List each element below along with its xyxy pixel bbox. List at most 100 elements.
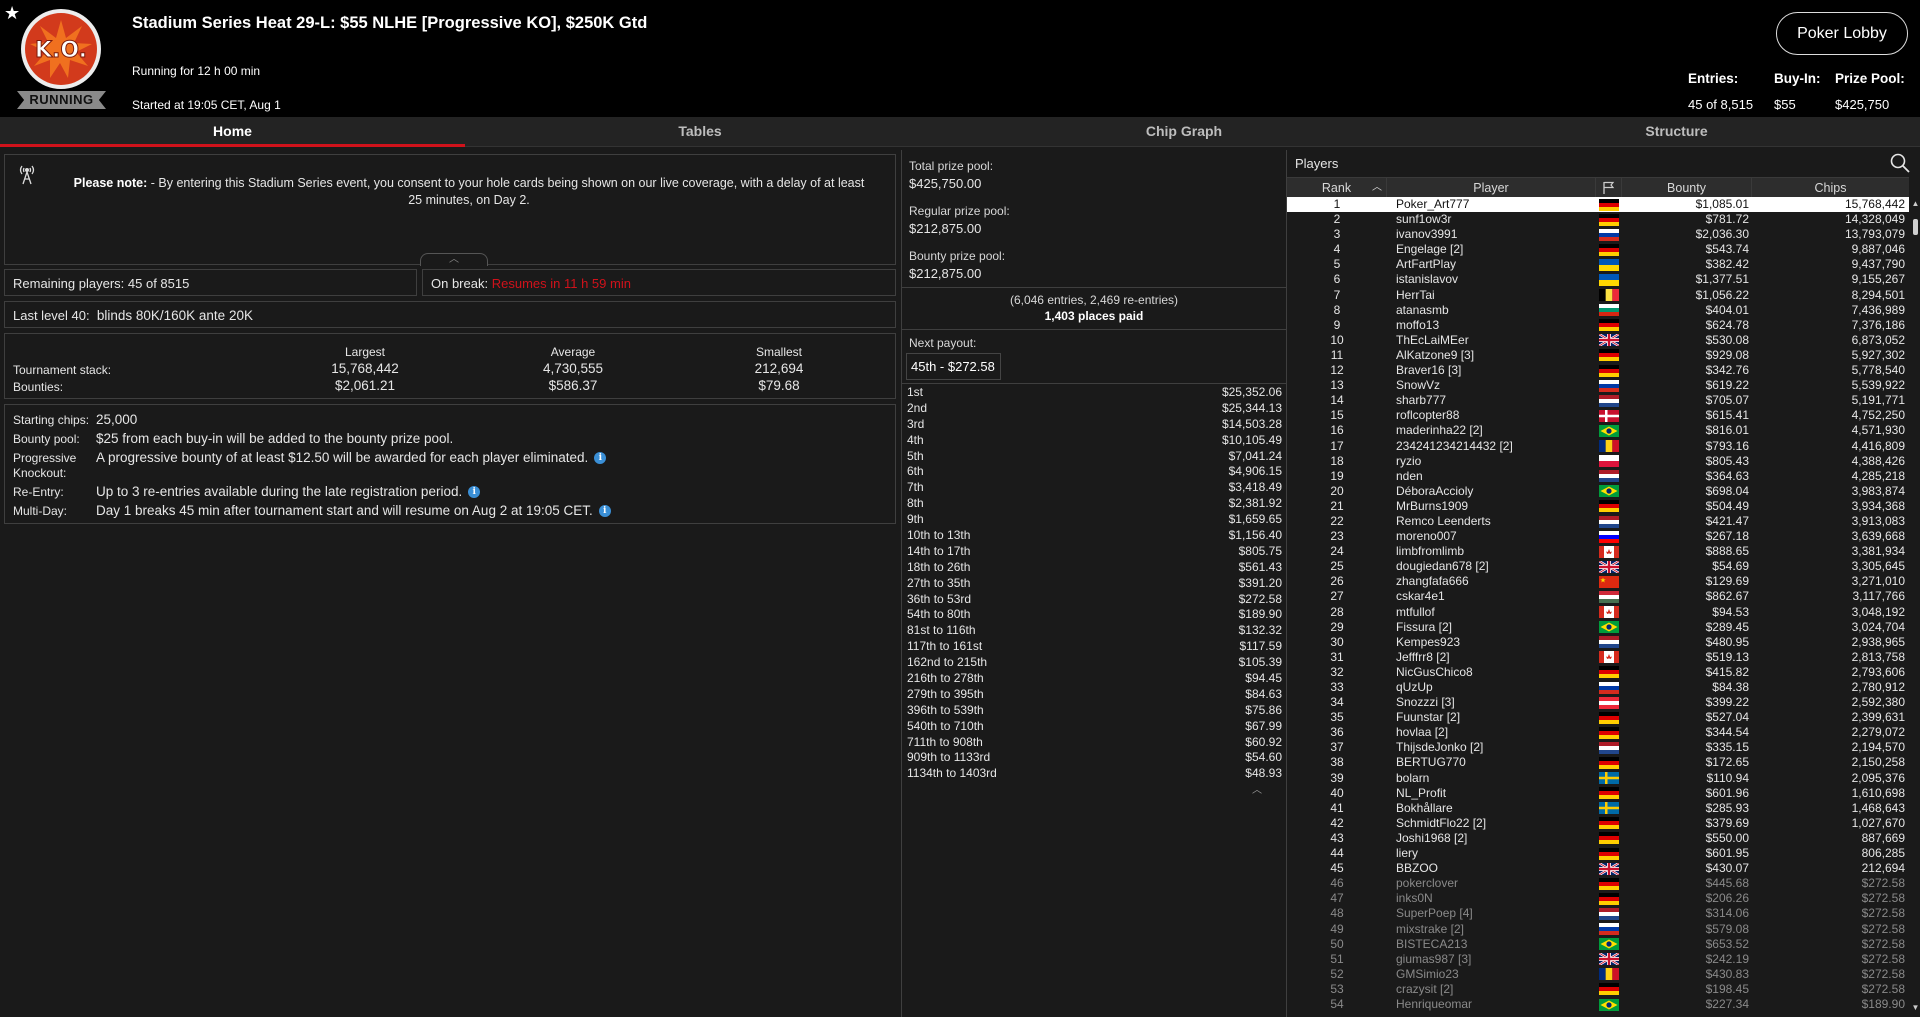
table-row[interactable]: 22 Remco Leenderts $421.47 3,913,083 [1287, 514, 1909, 529]
prize-pool-label: Prize Pool: [1835, 71, 1905, 86]
poker-lobby-button[interactable]: Poker Lobby [1776, 12, 1908, 55]
table-row[interactable]: 26 zhangfafa666 $129.69 3,271,010 [1287, 574, 1909, 589]
last-level: Last level 40: blinds 80K/160K ante 20K [4, 301, 896, 328]
player-chips: 4,285,218 [1851, 468, 1905, 483]
search-icon[interactable] [1889, 152, 1911, 174]
favorite-star-icon[interactable]: ★ [4, 3, 20, 24]
info-icon[interactable]: i [468, 486, 481, 499]
reentry-label: Re-Entry: [13, 485, 64, 499]
country-flag-icon [1596, 589, 1622, 604]
table-row[interactable]: 8 atanasmb $404.01 7,436,989 [1287, 303, 1909, 318]
table-row[interactable]: 5 ArtFartPlay $382.42 9,437,790 [1287, 257, 1909, 272]
table-row[interactable]: 53 crazysit [2] $198.45 $272.58 [1287, 982, 1909, 997]
table-row[interactable]: 9 moffo13 $624.78 7,376,186 [1287, 318, 1909, 333]
table-row[interactable]: 32 NicGusChico8 $415.82 2,793,606 [1287, 665, 1909, 680]
table-row[interactable]: 3 ivanov3991 $2,036.30 13,793,079 [1287, 227, 1909, 242]
player-bounty: $653.52 [1705, 936, 1749, 951]
table-row[interactable]: 7 HerrTai $1,056.22 8,294,501 [1287, 288, 1909, 303]
table-row[interactable]: 30 Kempes923 $480.95 2,938,965 [1287, 635, 1909, 650]
table-row[interactable]: 48 SuperPoep [4] $314.06 $272.58 [1287, 906, 1909, 921]
table-row[interactable]: 4 Engelage [2] $543.74 9,887,046 [1287, 242, 1909, 257]
collapse-chevron-icon[interactable]: ︿ [1252, 781, 1262, 796]
payout-amount: $75.86 [1245, 702, 1282, 717]
ko-logo-icon: K.O. [21, 9, 101, 89]
table-row[interactable]: 19 nden $364.63 4,285,218 [1287, 469, 1909, 484]
table-row[interactable]: 40 NL_Profit $601.96 1,610,698 [1287, 786, 1909, 801]
table-row[interactable]: 28 mtfullof $94.53 3,048,192 [1287, 605, 1909, 620]
table-row[interactable]: 41 Bokhållare $285.93 1,468,643 [1287, 801, 1909, 816]
table-row[interactable]: 16 maderinha22 [2] $816.01 4,571,930 [1287, 423, 1909, 438]
player-column-header[interactable]: Player [1387, 178, 1596, 198]
table-row[interactable]: 47 inks0N $206.26 $272.58 [1287, 891, 1909, 906]
scroll-up-icon[interactable]: ▲ [1911, 199, 1920, 209]
rank-column-header[interactable]: Rank ︿ [1287, 178, 1387, 198]
info-icon[interactable]: i [594, 452, 607, 465]
country-flag-icon [1596, 574, 1622, 589]
table-row[interactable]: 27 cskar4e1 $862.67 3,117,766 [1287, 589, 1909, 604]
table-row[interactable]: 50 BISTECA213 $653.52 $272.58 [1287, 937, 1909, 952]
table-row[interactable]: 39 bolarn $110.94 2,095,376 [1287, 771, 1909, 786]
player-name: bolarn [1396, 770, 1430, 785]
table-row[interactable]: 14 sharb777 $705.07 5,191,771 [1287, 393, 1909, 408]
player-rank: 5 [1333, 257, 1341, 272]
country-flag-icon [1596, 786, 1622, 801]
tab-chip-graph[interactable]: Chip Graph [935, 117, 1433, 147]
table-row[interactable]: 33 qUzUp $84.38 2,780,912 [1287, 680, 1909, 695]
player-bounty: $1,377.51 [1695, 272, 1749, 287]
tournament-header: ★ K.O. RUNNING Stadium Series Heat 29-L:… [0, 0, 1920, 117]
collapse-chevron-icon[interactable]: ︿ [420, 253, 488, 266]
tab-structure[interactable]: Structure [1433, 117, 1920, 147]
table-row[interactable]: 18 ryzio $805.43 4,388,426 [1287, 454, 1909, 469]
table-row[interactable]: 34 Snozzzi [3] $399.22 2,592,380 [1287, 695, 1909, 710]
table-row[interactable]: 15 roflcopter88 $615.41 4,752,250 [1287, 408, 1909, 423]
table-row[interactable]: 6 istanislavov $1,377.51 9,155,267 [1287, 272, 1909, 287]
country-flag-icon [1596, 318, 1622, 333]
table-row[interactable]: 20 DéboraAccioly $698.04 3,983,874 [1287, 484, 1909, 499]
scroll-thumb[interactable] [1913, 219, 1918, 235]
table-row[interactable]: 36 hovlaa [2] $344.54 2,279,072 [1287, 725, 1909, 740]
payout-table: 1st $25,352.06 2nd $25,344.13 3rd $14,503.28 4… [902, 383, 1286, 781]
table-row[interactable]: 51 giumas987 [3] $242.19 $272.58 [1287, 952, 1909, 967]
table-row[interactable]: 2 sunf1ow3r $781.72 14,328,049 [1287, 212, 1909, 227]
table-row[interactable]: 31 Jefffrr8 [2] $519.13 2,813,758 [1287, 650, 1909, 665]
tab-tables[interactable]: Tables [465, 117, 935, 147]
table-row[interactable]: 35 Fuunstar [2] $527.04 2,399,631 [1287, 710, 1909, 725]
payout-amount: $60.92 [1245, 734, 1282, 749]
player-bounty: $382.42 [1705, 257, 1749, 272]
sort-ascending-icon[interactable]: ︿ [1372, 178, 1382, 198]
scroll-down-icon[interactable]: ▼ [1911, 1003, 1920, 1013]
player-rank: 43 [1330, 830, 1344, 845]
table-row[interactable]: 11 AlKatzone9 [3] $929.08 5,927,302 [1287, 348, 1909, 363]
table-row[interactable]: 23 moreno007 $267.18 3,639,668 [1287, 529, 1909, 544]
table-row[interactable]: 17 234241234214432 [2] $793.16 4,416,809 [1287, 439, 1909, 454]
table-row[interactable]: 25 dougiedan678 [2] $54.69 3,305,645 [1287, 559, 1909, 574]
player-rank: 22 [1330, 513, 1344, 528]
buyin-value: $55 [1774, 97, 1796, 112]
info-icon[interactable]: i [598, 505, 611, 518]
table-row[interactable]: 45 BBZOO $430.07 212,694 [1287, 861, 1909, 876]
table-row[interactable]: 49 mixstrake [2] $579.08 $272.58 [1287, 922, 1909, 937]
table-row[interactable]: 13 SnowVz $619.22 5,539,922 [1287, 378, 1909, 393]
table-row[interactable]: 10 ThEcLaiMEer $530.08 6,873,052 [1287, 333, 1909, 348]
table-row[interactable]: 38 BERTUG770 $172.65 2,150,258 [1287, 755, 1909, 770]
bounty-column-header[interactable]: Bounty [1622, 178, 1752, 198]
table-row[interactable]: 43 Joshi1968 [2] $550.00 887,669 [1287, 831, 1909, 846]
player-name: Bokhållare [1396, 800, 1453, 815]
table-row[interactable]: 1 Poker_Art777 $1,085.01 15,768,442 [1287, 197, 1909, 213]
country-column-header[interactable] [1596, 178, 1622, 198]
table-row[interactable]: 42 SchmidtFlo22 [2] $379.69 1,027,670 [1287, 816, 1909, 831]
table-row[interactable]: 21 MrBurns1909 $504.49 3,934,368 [1287, 499, 1909, 514]
table-row[interactable]: 37 ThijsdeJonko [2] $335.15 2,194,570 [1287, 740, 1909, 755]
table-row[interactable]: 29 Fissura [2] $289.45 3,024,704 [1287, 620, 1909, 635]
players-scrollbar[interactable]: ▲ ▼ [1910, 197, 1920, 1017]
tab-home[interactable]: Home [0, 117, 465, 147]
table-row[interactable]: 44 liery $601.95 806,285 [1287, 846, 1909, 861]
table-row[interactable]: 54 Henriqueomar $227.34 $189.90 [1287, 997, 1909, 1012]
bounty-prize-pool-label: Bounty prize pool: [909, 249, 1006, 263]
chips-column-header[interactable]: Chips [1752, 178, 1909, 198]
table-row[interactable]: 12 Braver16 [3] $342.76 5,778,540 [1287, 363, 1909, 378]
table-row[interactable]: 46 pokerclover $445.68 $272.58 [1287, 876, 1909, 891]
table-row[interactable]: 52 GMSimio23 $430.83 $272.58 [1287, 967, 1909, 982]
table-row[interactable]: 24 limbfromlimb $888.65 3,381,934 [1287, 544, 1909, 559]
tab-bar: Home Tables Chip Graph Structure [0, 117, 1920, 147]
